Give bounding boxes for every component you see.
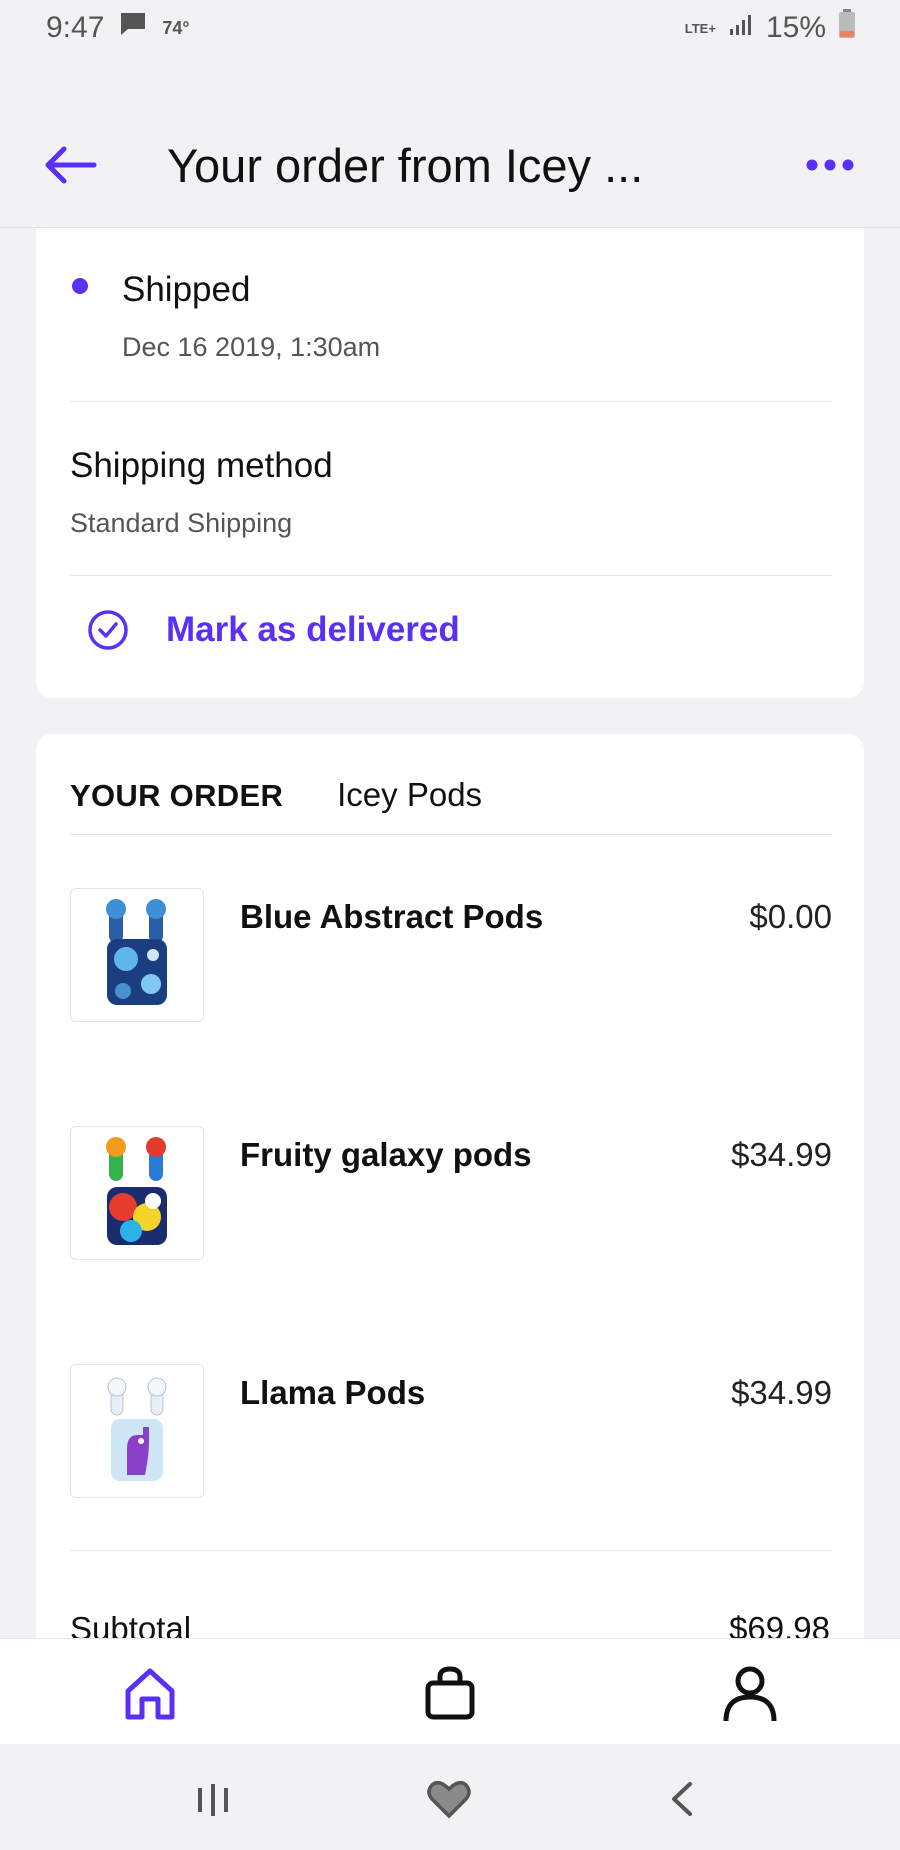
order-item[interactable]: Fruity galaxy pods $34.99 [70, 1126, 832, 1260]
order-section-title: YOUR ORDER [70, 778, 284, 813]
fulfillment-status: Shipped [122, 270, 251, 309]
fruity-galaxy-pods-image [106, 1137, 167, 1245]
network-type: LTE+ [684, 20, 716, 36]
item-price: $34.99 [731, 1374, 832, 1411]
chevron-left-icon [672, 1782, 692, 1816]
fulfillment-card: Shipped Dec 16 2019, 1:30am Shipping met… [36, 228, 864, 698]
mark-as-delivered-label: Mark as delivered [166, 610, 460, 649]
more-horizontal-icon [806, 159, 854, 171]
temperature: 74° [162, 17, 190, 38]
product-image [70, 888, 204, 1022]
system-nav-bar [0, 1744, 900, 1850]
item-name: Llama Pods [240, 1374, 426, 1411]
nav-home-button[interactable] [120, 1663, 180, 1723]
more-options-button[interactable] [800, 150, 860, 180]
bottom-nav [0, 1638, 900, 1744]
page-title: Your order from Icey ... [167, 139, 644, 192]
mark-as-delivered-button[interactable]: Mark as delivered [86, 608, 460, 652]
order-card: YOUR ORDER Icey Pods Blue Abstract Pods … [36, 734, 864, 1734]
divider [70, 575, 832, 576]
divider [70, 1550, 832, 1551]
fulfillment-timestamp: Dec 16 2019, 1:30am [122, 332, 381, 362]
message-icon [118, 10, 148, 46]
signal-icon [728, 11, 754, 45]
status-time: 9:47 [46, 11, 105, 44]
product-image [70, 1364, 204, 1498]
nav-account-button[interactable] [720, 1663, 780, 1723]
status-dot-icon [72, 278, 88, 294]
order-header: YOUR ORDER Icey Pods [70, 776, 482, 814]
back-button[interactable] [40, 140, 100, 190]
app-bar: Your order from Icey ... [0, 110, 900, 228]
user-icon [723, 1666, 777, 1722]
system-back-button[interactable] [658, 1774, 708, 1824]
check-circle-icon [88, 610, 128, 650]
heart-icon [427, 1781, 471, 1819]
battery-percent: 15% [765, 11, 826, 44]
blue-abstract-pods-image [106, 899, 167, 1005]
battery-icon [838, 9, 856, 47]
home-system-button[interactable] [424, 1774, 474, 1824]
item-name: Blue Abstract Pods [240, 898, 544, 935]
home-icon [125, 1668, 175, 1720]
order-item[interactable]: Blue Abstract Pods $0.00 [70, 888, 832, 1022]
status-bar: 9:47 74° LTE+ 15% [0, 0, 900, 56]
divider [70, 834, 832, 835]
llama-pods-image [107, 1377, 167, 1481]
shopping-bag-icon [425, 1666, 475, 1720]
product-image [70, 1126, 204, 1260]
recent-apps-button[interactable] [188, 1774, 238, 1824]
nav-shop-button[interactable] [420, 1663, 480, 1723]
item-name: Fruity galaxy pods [240, 1136, 532, 1173]
shipping-method-value: Standard Shipping [70, 508, 293, 538]
order-item[interactable]: Llama Pods $34.99 [70, 1364, 832, 1498]
divider [70, 401, 832, 402]
shop-name: Icey Pods [337, 776, 483, 813]
shipping-method-title: Shipping method [70, 446, 333, 485]
item-price: $0.00 [749, 898, 832, 935]
recent-apps-icon [198, 1784, 228, 1816]
arrow-left-icon [45, 146, 97, 184]
item-price: $34.99 [731, 1136, 832, 1173]
